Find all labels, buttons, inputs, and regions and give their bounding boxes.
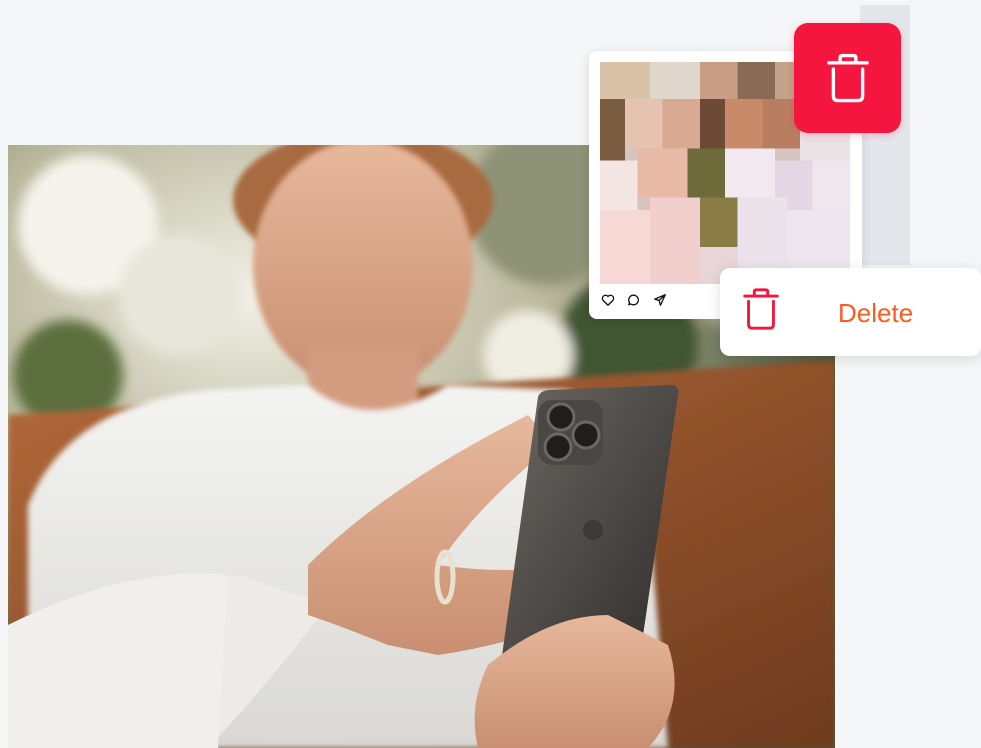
- post-actions: [600, 291, 668, 309]
- heart-icon[interactable]: [600, 292, 616, 308]
- delete-label: Delete: [838, 298, 914, 328]
- comment-icon[interactable]: [626, 292, 642, 308]
- delete-menu-item[interactable]: Delete: [720, 268, 981, 356]
- trash-icon: [743, 288, 779, 330]
- trash-badge-button[interactable]: [794, 23, 901, 133]
- send-icon[interactable]: [652, 292, 668, 308]
- trash-icon: [826, 53, 869, 103]
